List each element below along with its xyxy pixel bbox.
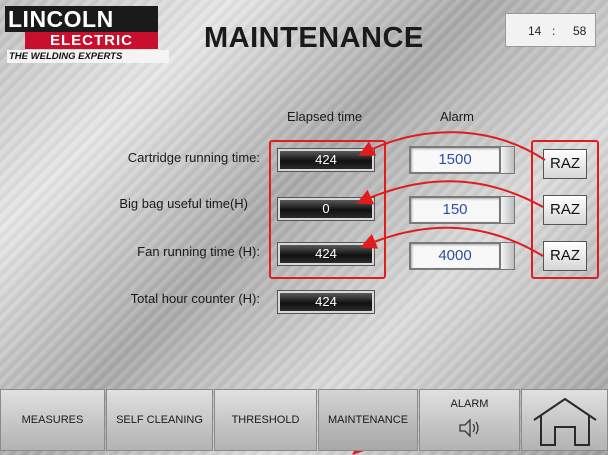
maintenance-tab[interactable]: MAINTENANCE bbox=[318, 389, 418, 451]
arrow-raz-to-big-bag bbox=[356, 180, 544, 208]
self-cleaning-tab[interactable]: SELF CLEANING bbox=[106, 389, 213, 451]
arrow-raz-to-fan bbox=[360, 226, 544, 257]
speaker-icon bbox=[459, 418, 479, 438]
measures-tab[interactable]: MEASURES bbox=[0, 389, 105, 451]
arrow-raz-to-cartridge bbox=[358, 131, 546, 161]
alarm-tab[interactable]: ALARM bbox=[419, 389, 520, 451]
annotation-arrows bbox=[352, 131, 546, 455]
home-button[interactable] bbox=[521, 389, 608, 451]
home-icon bbox=[533, 397, 597, 446]
threshold-tab-label: THRESHOLD bbox=[231, 414, 300, 426]
measures-tab-label: MEASURES bbox=[21, 414, 84, 426]
bottom-navigation: MEASURES SELF CLEANING THRESHOLD MAINTEN… bbox=[0, 389, 608, 455]
maintenance-tab-label: MAINTENANCE bbox=[327, 414, 409, 426]
self-cleaning-tab-label: SELF CLEANING bbox=[116, 414, 203, 426]
alarm-tab-label: ALARM bbox=[450, 398, 489, 410]
maintenance-screen: LINCOLN ELECTRIC THE WELDING EXPERTS MAI… bbox=[0, 0, 608, 455]
threshold-tab[interactable]: THRESHOLD bbox=[214, 389, 317, 451]
